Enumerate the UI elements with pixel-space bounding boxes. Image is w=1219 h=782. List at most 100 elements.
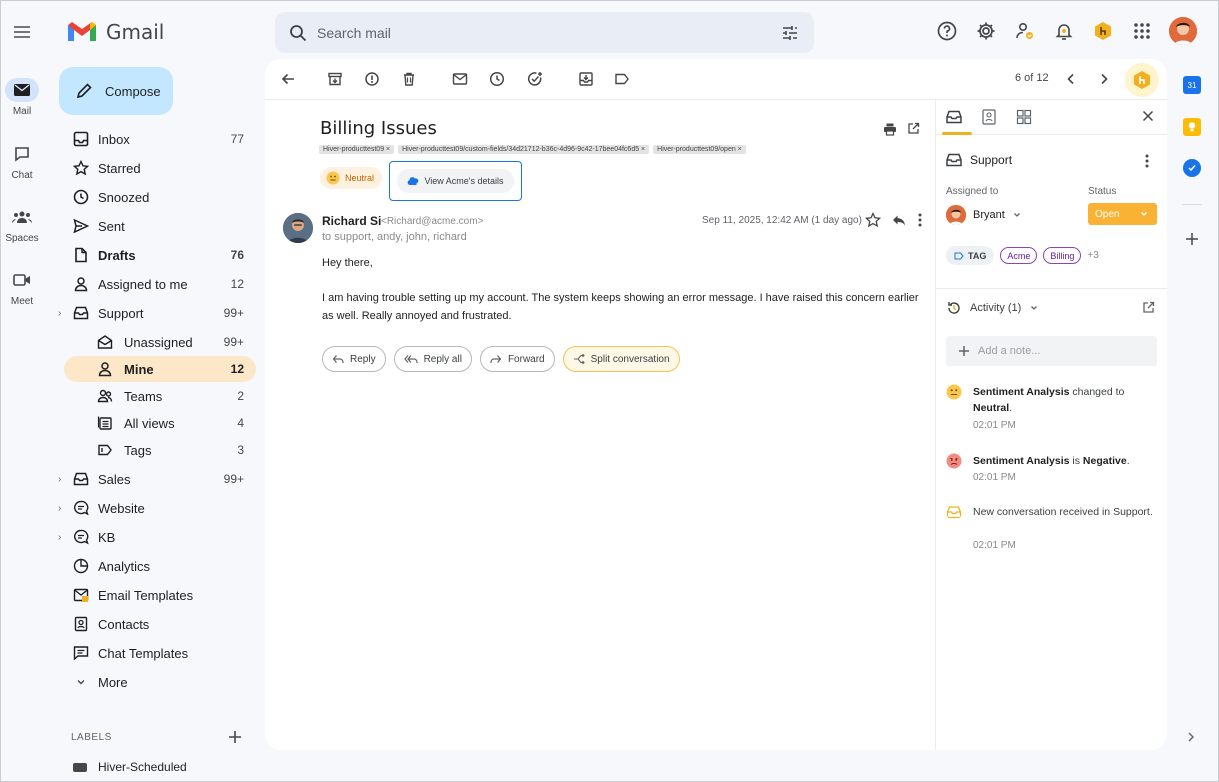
forward-button[interactable]: Forward: [479, 346, 555, 372]
search-bar[interactable]: Search mail: [275, 12, 814, 53]
chevron-left-icon[interactable]: [1062, 70, 1080, 88]
main-menu-icon[interactable]: [10, 20, 34, 44]
rail-spaces[interactable]: Spaces: [0, 205, 44, 244]
notifications-bell-icon[interactable]: [1052, 19, 1076, 43]
calendar-icon[interactable]: 31: [1183, 76, 1201, 94]
sidebar-item-starred[interactable]: Starred: [58, 155, 256, 181]
sidebar-item-tags[interactable]: Tags 3: [58, 437, 256, 463]
report-spam-icon[interactable]: [363, 70, 381, 88]
sidebar-item-drafts[interactable]: Drafts 76: [58, 242, 256, 268]
add-label-icon[interactable]: [228, 730, 242, 744]
open-new-window-icon[interactable]: [1142, 301, 1155, 314]
more-vert-icon[interactable]: [1144, 153, 1150, 169]
account-avatar[interactable]: [1169, 17, 1197, 45]
search-icon[interactable]: [289, 24, 307, 42]
chevron-right-icon[interactable]: ›: [58, 474, 66, 485]
sentiment-badge[interactable]: Neutral: [320, 167, 383, 189]
hiver-sidebar-toggle[interactable]: [1125, 63, 1159, 97]
sidebar-item-website[interactable]: › Website: [58, 495, 256, 521]
label-tag-icon[interactable]: [613, 70, 631, 88]
tab-conversation-inbox-icon[interactable]: [945, 108, 963, 126]
sidebar-item-kb[interactable]: › KB: [58, 524, 256, 550]
back-arrow-icon[interactable]: [279, 70, 297, 88]
forward-label: Forward: [507, 353, 545, 365]
label-item[interactable]: Hiver-Scheduled: [98, 760, 187, 774]
label-chip[interactable]: Hiver-producttest09/open ×: [653, 145, 746, 154]
settings-gear-icon[interactable]: [974, 19, 998, 43]
reply-icon[interactable]: [891, 212, 907, 228]
more-tags-count[interactable]: +3: [1087, 250, 1098, 261]
sidebar-item-count: 77: [230, 132, 244, 146]
status-dropdown[interactable]: Open: [1088, 203, 1157, 225]
sidebar-item-all-views[interactable]: All views 4: [58, 410, 256, 436]
gmail-logo[interactable]: Gmail: [66, 20, 164, 44]
compose-button[interactable]: Compose: [59, 67, 173, 115]
chevron-right-icon[interactable]: ›: [58, 308, 66, 319]
open-new-window-icon[interactable]: [907, 122, 920, 136]
add-tag-button[interactable]: TAG: [946, 246, 995, 265]
chevron-right-icon[interactable]: ›: [58, 503, 66, 514]
rail-meet[interactable]: Meet: [0, 268, 44, 307]
add-task-icon[interactable]: [526, 70, 544, 88]
label-chip[interactable]: Hiver-producttest09/custom-fields/34d217…: [398, 145, 650, 154]
assignee-dropdown[interactable]: Bryant: [946, 205, 1022, 225]
search-input[interactable]: Search mail: [317, 25, 780, 41]
sender-avatar[interactable]: [283, 213, 313, 243]
activity-dropdown[interactable]: Activity (1): [946, 300, 1039, 316]
sidebar-item-more[interactable]: More: [58, 669, 256, 695]
view-account-details-button[interactable]: View Acme's details: [389, 161, 522, 201]
add-note-input[interactable]: Add a note...: [946, 336, 1157, 366]
reply-all-button[interactable]: Reply all: [393, 346, 472, 372]
archive-icon[interactable]: [326, 70, 344, 88]
rail-chat[interactable]: Chat: [0, 142, 44, 181]
hiver-icon[interactable]: [1091, 19, 1115, 43]
chevron-right-icon[interactable]: [1095, 70, 1113, 88]
sidebar-item-snoozed[interactable]: Snoozed: [58, 184, 256, 210]
keep-bulb-icon[interactable]: [1183, 118, 1201, 136]
sidebar-item-unassigned[interactable]: Unassigned 99+: [58, 329, 256, 355]
sidebar-item-sent[interactable]: Sent: [58, 213, 256, 239]
split-conversation-button[interactable]: Split conversation: [562, 346, 680, 372]
help-icon[interactable]: [935, 19, 959, 43]
note-placeholder: Add a note...: [978, 345, 1041, 357]
recipients[interactable]: to support, andy, john, richard: [322, 231, 467, 243]
reply-button[interactable]: Reply: [322, 346, 386, 372]
rail-mail[interactable]: Mail: [0, 78, 44, 117]
star-icon[interactable]: [865, 212, 881, 228]
assign-user-icon[interactable]: [1013, 19, 1037, 43]
template-icon: [72, 586, 90, 604]
sidebar-item-contacts[interactable]: Contacts: [58, 611, 256, 637]
sidebar-item-count: 4: [237, 416, 244, 430]
assigned-to-label: Assigned to: [946, 186, 999, 197]
close-icon[interactable]: [1141, 109, 1155, 123]
sidebar-item-count: 99+: [223, 306, 244, 320]
tasks-check-icon[interactable]: [1183, 159, 1201, 177]
more-vert-icon[interactable]: [917, 212, 923, 228]
delete-trash-icon[interactable]: [400, 70, 418, 88]
tag-chip[interactable]: Acme: [1000, 247, 1038, 264]
neutral-face-icon: [326, 171, 340, 185]
mark-unread-icon[interactable]: [451, 70, 469, 88]
sidebar-item-mine[interactable]: Mine 12: [64, 356, 256, 382]
google-apps-icon[interactable]: [1130, 19, 1154, 43]
sidebar-item-analytics[interactable]: Analytics: [58, 553, 256, 579]
tab-contact-icon[interactable]: [980, 108, 998, 126]
sidebar-item-inbox[interactable]: Inbox 77: [58, 126, 256, 152]
snooze-clock-icon[interactable]: [488, 70, 506, 88]
label-chip[interactable]: Hiver-producttest09 ×: [319, 145, 395, 154]
move-to-icon[interactable]: [577, 70, 595, 88]
add-app-icon[interactable]: [1183, 230, 1201, 248]
search-options-icon[interactable]: [780, 23, 800, 43]
sidebar-item-email-templates[interactable]: Email Templates: [58, 582, 256, 608]
sidebar-item-chat-templates[interactable]: Chat Templates: [58, 640, 256, 666]
chevron-right-icon[interactable]: ›: [58, 532, 66, 543]
sidebar-item-assigned-to-me[interactable]: Assigned to me 12: [58, 271, 256, 297]
tag-chip[interactable]: Billing: [1043, 247, 1082, 264]
print-icon[interactable]: [883, 122, 897, 136]
sidebar-item-sales[interactable]: › Sales 99+: [58, 466, 256, 492]
expand-side-panel-icon[interactable]: [1186, 731, 1196, 743]
sidebar-item-support[interactable]: › Support 99+: [58, 300, 256, 326]
tab-apps-icon[interactable]: [1015, 108, 1033, 126]
sidebar-item-teams[interactable]: Teams 2: [58, 383, 256, 409]
label-tags: Hiver-producttest09 × Hiver-producttest0…: [319, 145, 746, 154]
